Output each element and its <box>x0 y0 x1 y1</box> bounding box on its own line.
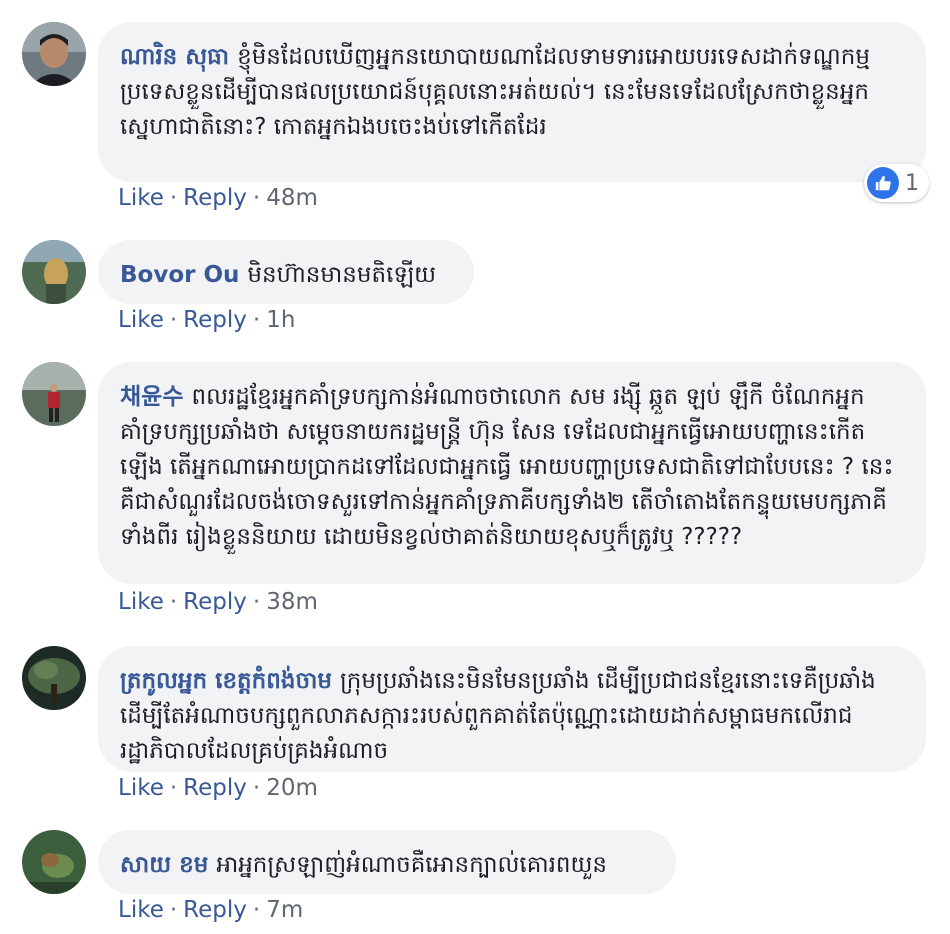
comment-actions: Like · Reply · 7m <box>118 897 304 923</box>
like-link[interactable]: Like <box>118 897 164 923</box>
comment-text: អាអ្នកស្រឡាញ់អំណាចគឺអោនក្បាល់គោរពយួន <box>216 852 608 878</box>
reply-link[interactable]: Reply <box>183 307 247 333</box>
comment-text: ខ្ញុំមិនដែលឃើញអ្នកនយោបាយណាដែលទាមទារអោយបរ… <box>120 44 870 140</box>
commenter-name[interactable]: Bovor Ou <box>120 262 239 288</box>
like-link[interactable]: Like <box>118 775 164 801</box>
commenter-name[interactable]: សាយ ខម <box>120 852 208 878</box>
comment-actions: Like · Reply · 48m <box>118 185 318 211</box>
comment-bubble: Bovor Ou មិនហ៊ានមានមតិឡើយ <box>98 240 474 304</box>
commenter-name[interactable]: ណារិន សុធា <box>120 44 229 70</box>
like-link[interactable]: Like <box>118 589 164 615</box>
comment-bubble: ណារិន សុធា ខ្ញុំមិនដែលឃើញអ្នកនយោបាយណាដែលទ… <box>98 22 926 182</box>
comment-time[interactable]: 1h <box>266 307 295 333</box>
avatar[interactable] <box>22 240 86 304</box>
like-link[interactable]: Like <box>118 185 164 211</box>
reply-link[interactable]: Reply <box>183 897 247 923</box>
avatar[interactable] <box>22 362 86 426</box>
comment-actions: Like · Reply · 38m <box>118 589 318 615</box>
avatar[interactable] <box>22 22 86 86</box>
comment-bubble: 채윤수 ពលរដ្ឋខ្មែរអ្នកគាំទ្របក្សកាន់អំណាចថាល… <box>98 362 926 584</box>
comment-bubble: សាយ ខម អាអ្នកស្រឡាញ់អំណាចគឺអោនក្បាល់គោរពយ… <box>98 830 676 894</box>
like-link[interactable]: Like <box>118 307 164 333</box>
thumbs-up-icon <box>867 167 899 199</box>
reply-link[interactable]: Reply <box>183 589 247 615</box>
comment-actions: Like · Reply · 20m <box>118 775 318 801</box>
comment-actions: Like · Reply · 1h <box>118 307 296 333</box>
reply-link[interactable]: Reply <box>183 185 247 211</box>
comment-text: មិនហ៊ានមានមតិឡើយ <box>247 262 437 288</box>
comment-bubble: ត្រកូលអ្នក ខេត្តកំពង់ចាម ក្រុមប្រឆាំងនេះម… <box>98 646 926 772</box>
comment-time[interactable]: 48m <box>266 185 318 211</box>
reaction-badge[interactable]: 1 <box>864 164 929 202</box>
reaction-count: 1 <box>905 170 919 196</box>
comment-text: ពលរដ្ឋខ្មែរអ្នកគាំទ្របក្សកាន់អំណាចថាលោក … <box>120 384 894 550</box>
reply-link[interactable]: Reply <box>183 775 247 801</box>
avatar[interactable] <box>22 646 86 710</box>
commenter-name[interactable]: 채윤수 <box>120 384 183 410</box>
avatar[interactable] <box>22 830 86 894</box>
comment-time[interactable]: 20m <box>266 775 318 801</box>
comment-time[interactable]: 38m <box>266 589 318 615</box>
commenter-name[interactable]: ត្រកូលអ្នក ខេត្តកំពង់ចាម <box>120 668 332 694</box>
comment-time[interactable]: 7m <box>266 897 303 923</box>
